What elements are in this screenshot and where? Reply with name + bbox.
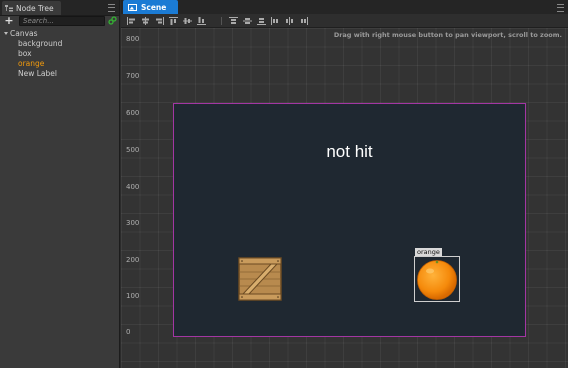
tree-item-label: box [18, 49, 32, 58]
distribute-v-center-icon[interactable] [243, 17, 252, 25]
tree-item-canvas[interactable]: Canvas [0, 29, 119, 39]
ruler-label: 400 [126, 183, 140, 191]
scene-tab[interactable]: Scene [123, 0, 178, 14]
align-bottom-icon[interactable] [197, 17, 206, 25]
orange-node-name-tag: orange [415, 248, 442, 256]
distribute-top-icon[interactable] [229, 17, 238, 25]
wooden-crate-sprite[interactable] [238, 257, 282, 301]
node-tree-tab[interactable]: Node Tree [2, 1, 61, 15]
distribute-left-icon[interactable] [271, 17, 280, 25]
scene-tab-label: Scene [141, 2, 167, 12]
canvas-frame[interactable]: not hit orange [173, 103, 526, 337]
link-icon[interactable] [108, 16, 117, 25]
node-tree-toolbar: + Search... [0, 15, 119, 28]
ruler-label: 700 [126, 72, 140, 80]
tree-item-label: orange [18, 59, 45, 68]
ruler-label: 100 [126, 292, 140, 300]
tree-item-label: background [18, 39, 63, 48]
tree-item-background[interactable]: background [0, 39, 119, 49]
node-tree-tab-label: Node Tree [16, 3, 54, 13]
distribute-right-icon[interactable] [299, 17, 308, 25]
node-search-input[interactable]: Search... [19, 16, 105, 26]
ruler-label: 300 [126, 219, 140, 227]
ruler-label: 800 [126, 35, 140, 43]
toolbar-divider [221, 17, 222, 25]
hit-status-label[interactable]: not hit [174, 142, 525, 162]
ruler-label: 0 [126, 328, 131, 336]
ruler-label: 600 [126, 109, 140, 117]
scene-menu-icon[interactable] [557, 4, 564, 12]
tree-item-label: Canvas [10, 29, 38, 38]
scene-header: Scene [121, 0, 568, 14]
node-tree-header: Node Tree [0, 0, 119, 16]
distribute-h-center-icon[interactable] [285, 17, 294, 25]
align-top-icon[interactable] [169, 17, 178, 25]
align-right-icon[interactable] [155, 17, 164, 25]
align-left-icon[interactable] [127, 17, 136, 25]
tree-item-orange[interactable]: orange [0, 59, 119, 69]
node-tree-menu-icon[interactable] [108, 4, 115, 12]
orange-sprite[interactable] [416, 258, 458, 300]
scene-icon [128, 3, 137, 11]
align-h-center-icon[interactable] [141, 17, 150, 25]
node-tree-list: Canvas background box orange New Label [0, 29, 119, 79]
caret-down-icon[interactable] [4, 32, 8, 35]
tree-item-label: New Label [18, 69, 57, 78]
ruler-label: 200 [126, 256, 140, 264]
node-tree-icon [5, 4, 13, 11]
tree-item-box[interactable]: box [0, 49, 119, 59]
viewport-hint: Drag with right mouse button to pan view… [333, 31, 562, 39]
scene-panel: Scene Drag with right mouse button to pa… [121, 0, 568, 368]
align-v-center-icon[interactable] [183, 17, 192, 25]
ruler-label: 500 [126, 146, 140, 154]
node-tree-panel: Node Tree + Search... Canvas background … [0, 0, 120, 368]
add-node-button[interactable]: + [4, 15, 14, 27]
orange-selection-box[interactable] [414, 256, 460, 302]
scene-toolbar [121, 14, 568, 28]
editor-window: Node Tree + Search... Canvas background … [0, 0, 568, 368]
scene-viewport[interactable]: Drag with right mouse button to pan view… [121, 28, 568, 368]
distribute-bottom-icon[interactable] [257, 17, 266, 25]
tree-item-new-label[interactable]: New Label [0, 69, 119, 79]
